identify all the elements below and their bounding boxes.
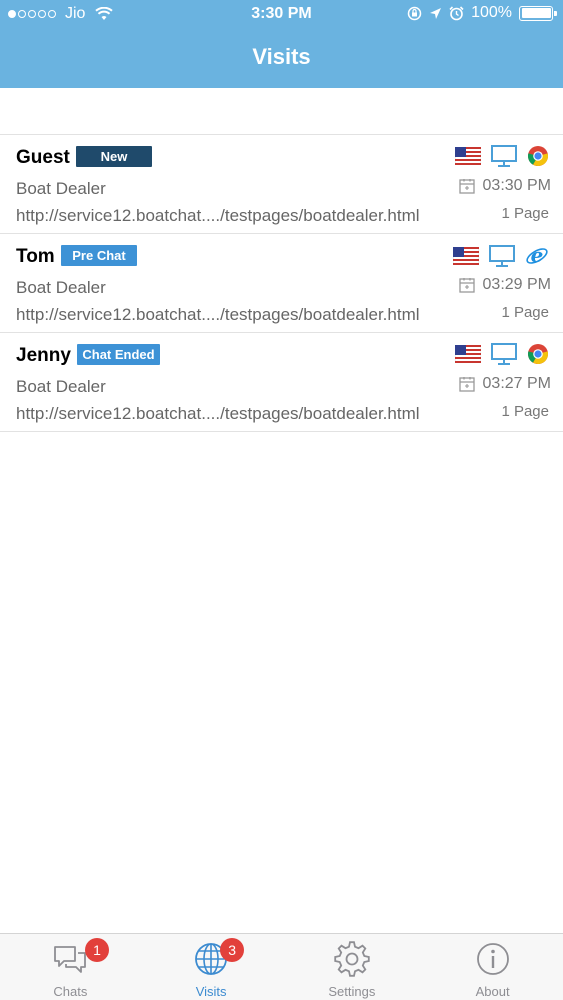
page-count: 1 Page <box>501 403 549 420</box>
visit-status-badge: Chat Ended <box>77 344 160 365</box>
chats-badge: 1 <box>85 938 109 962</box>
visitor-company: Boat Dealer <box>16 278 106 297</box>
visit-url: http://service12.boatchat..../testpages/… <box>16 404 420 423</box>
chrome-icon <box>527 344 549 365</box>
ie-icon: e <box>526 244 548 267</box>
visit-time: 03:27 PM <box>458 375 551 393</box>
desktop-icon <box>491 145 517 167</box>
visit-meta-icons <box>455 343 549 365</box>
visit-time-text: 03:27 PM <box>482 375 551 392</box>
list-header-space <box>0 88 563 135</box>
visits-badge: 3 <box>220 938 245 962</box>
orientation-lock-icon <box>407 6 422 20</box>
battery-percent: 100% <box>471 4 512 21</box>
tab-label: Chats <box>53 984 88 999</box>
visit-status-badge: New <box>76 146 152 167</box>
visit-row[interactable]: Jenny Chat Ended Boat Dealer 03:27 PM ht… <box>0 333 563 432</box>
location-arrow-icon <box>430 7 442 19</box>
visitor-company: Boat Dealer <box>16 377 106 396</box>
visit-row[interactable]: Tom Pre Chat e Boat Dealer 03:29 PM http… <box>0 234 563 333</box>
visit-time: 03:29 PM <box>458 276 551 294</box>
nav-header: Jio 3:30 PM 100% Visits <box>0 0 563 88</box>
visit-time-text: 03:29 PM <box>482 276 551 293</box>
visitor-name: Guest <box>16 147 70 168</box>
calendar-icon <box>458 278 475 293</box>
visit-meta-icons: e <box>453 244 549 268</box>
tab-settings[interactable]: Settings <box>282 934 423 1000</box>
tab-about[interactable]: About <box>422 934 563 1000</box>
desktop-icon <box>491 343 517 365</box>
visit-url: http://service12.boatchat..../testpages/… <box>16 206 420 225</box>
visit-time: 03:30 PM <box>458 177 551 195</box>
visitor-company: Boat Dealer <box>16 179 106 198</box>
calendar-icon <box>458 377 475 392</box>
info-icon <box>476 943 509 975</box>
visitor-name: Jenny <box>16 345 71 366</box>
status-bar-right: 100% <box>407 4 557 22</box>
battery-icon <box>519 5 557 21</box>
desktop-icon <box>489 245 515 267</box>
tab-chats[interactable]: 1 Chats <box>0 934 141 1000</box>
visits-list: Guest New Boat Dealer 03:30 PM http://se… <box>0 135 563 432</box>
page-count: 1 Page <box>501 205 549 222</box>
chrome-icon <box>527 146 549 167</box>
visit-status-badge: Pre Chat <box>61 245 137 266</box>
gear-icon <box>334 941 370 977</box>
alarm-icon <box>449 5 464 20</box>
page-count: 1 Page <box>501 304 549 321</box>
visitor-name: Tom <box>16 246 55 267</box>
calendar-icon <box>458 179 475 194</box>
status-bar: Jio 3:30 PM 100% <box>0 0 563 30</box>
tab-bar: 1 Chats 3 Visits Settings About <box>0 933 563 1000</box>
us-flag-icon <box>455 147 481 165</box>
visit-row[interactable]: Guest New Boat Dealer 03:30 PM http://se… <box>0 135 563 234</box>
tab-label: Visits <box>195 984 227 999</box>
page-title: Visits <box>252 44 311 69</box>
us-flag-icon <box>455 345 481 363</box>
us-flag-icon <box>453 247 479 265</box>
visit-url: http://service12.boatchat..../testpages/… <box>16 305 420 324</box>
visit-time-text: 03:30 PM <box>482 177 551 194</box>
chat-bubbles-icon <box>54 946 87 973</box>
tab-visits[interactable]: 3 Visits <box>141 934 282 1000</box>
svg-text:e: e <box>531 244 544 267</box>
tab-label: About <box>475 984 510 999</box>
visit-meta-icons <box>455 145 549 167</box>
tab-label: Settings <box>328 984 376 999</box>
